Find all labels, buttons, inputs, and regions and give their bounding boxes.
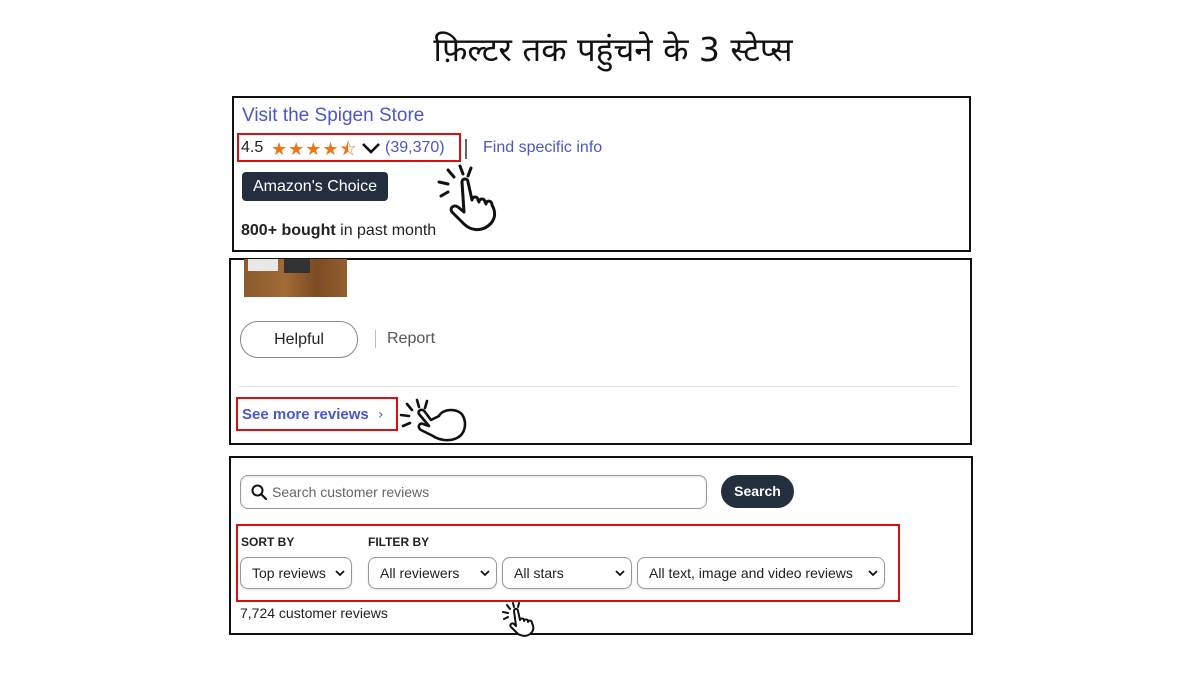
sort-by-label: SORT BY xyxy=(241,535,295,549)
store-link[interactable]: Visit the Spigen Store xyxy=(242,105,424,127)
pointing-hand-icon xyxy=(434,162,506,236)
product-rating-panel: Visit the Spigen Store 4.5 ★★★★⯪ (39,370… xyxy=(232,96,971,252)
sort-dropdown-value: Top reviews xyxy=(252,565,326,581)
caret-down-icon xyxy=(480,559,490,589)
bought-count-bold: 800+ bought xyxy=(241,222,336,239)
review-panel: Helpful Report See more reviews › xyxy=(229,258,972,445)
customer-review-count: 7,724 customer reviews xyxy=(240,605,388,621)
caret-down-icon xyxy=(868,559,878,589)
caret-down-icon xyxy=(335,559,345,589)
star-filter-value: All stars xyxy=(514,565,564,581)
amazons-choice-badge: Amazon's Choice xyxy=(242,172,388,201)
review-image-thumbnail[interactable] xyxy=(244,259,347,297)
pointing-hand-icon xyxy=(399,398,471,446)
search-button[interactable]: Search xyxy=(721,475,794,508)
bought-count: 800+ bought in past month xyxy=(241,222,436,240)
search-reviews-input[interactable] xyxy=(272,482,692,502)
star-filter-dropdown[interactable]: All stars xyxy=(502,557,632,589)
customer-reviews-panel: Search SORT BY FILTER BY Top reviews All… xyxy=(229,456,973,637)
rating-count-link[interactable]: (39,370) xyxy=(385,139,445,157)
media-filter-dropdown[interactable]: All text, image and video reviews xyxy=(637,557,885,589)
search-icon xyxy=(251,484,268,504)
helpful-button[interactable]: Helpful xyxy=(240,321,358,358)
bought-count-suffix: in past month xyxy=(335,222,437,239)
sort-dropdown[interactable]: Top reviews xyxy=(240,557,352,589)
reviewer-filter-dropdown[interactable]: All reviewers xyxy=(368,557,497,589)
divider xyxy=(375,330,376,348)
chevron-right-icon[interactable]: › xyxy=(378,407,384,423)
filter-by-label: FILTER BY xyxy=(368,535,430,549)
horizontal-divider xyxy=(239,386,957,387)
pointing-hand-icon xyxy=(501,601,541,641)
report-link[interactable]: Report xyxy=(387,330,435,348)
reviewer-filter-value: All reviewers xyxy=(380,565,460,581)
rating-value: 4.5 xyxy=(241,139,264,156)
page-title: फ़िल्टर तक पहुंचने के 3 स्टेप्स xyxy=(433,30,793,69)
search-reviews-box[interactable] xyxy=(240,475,707,509)
find-specific-info-link[interactable]: Find specific info xyxy=(483,139,602,157)
star-rating-icon[interactable]: ★★★★⯪ xyxy=(271,137,358,167)
divider xyxy=(465,139,467,159)
chevron-down-icon[interactable] xyxy=(361,140,381,159)
caret-down-icon xyxy=(615,559,625,589)
media-filter-value: All text, image and video reviews xyxy=(649,565,853,581)
see-more-reviews-link[interactable]: See more reviews xyxy=(242,406,369,423)
